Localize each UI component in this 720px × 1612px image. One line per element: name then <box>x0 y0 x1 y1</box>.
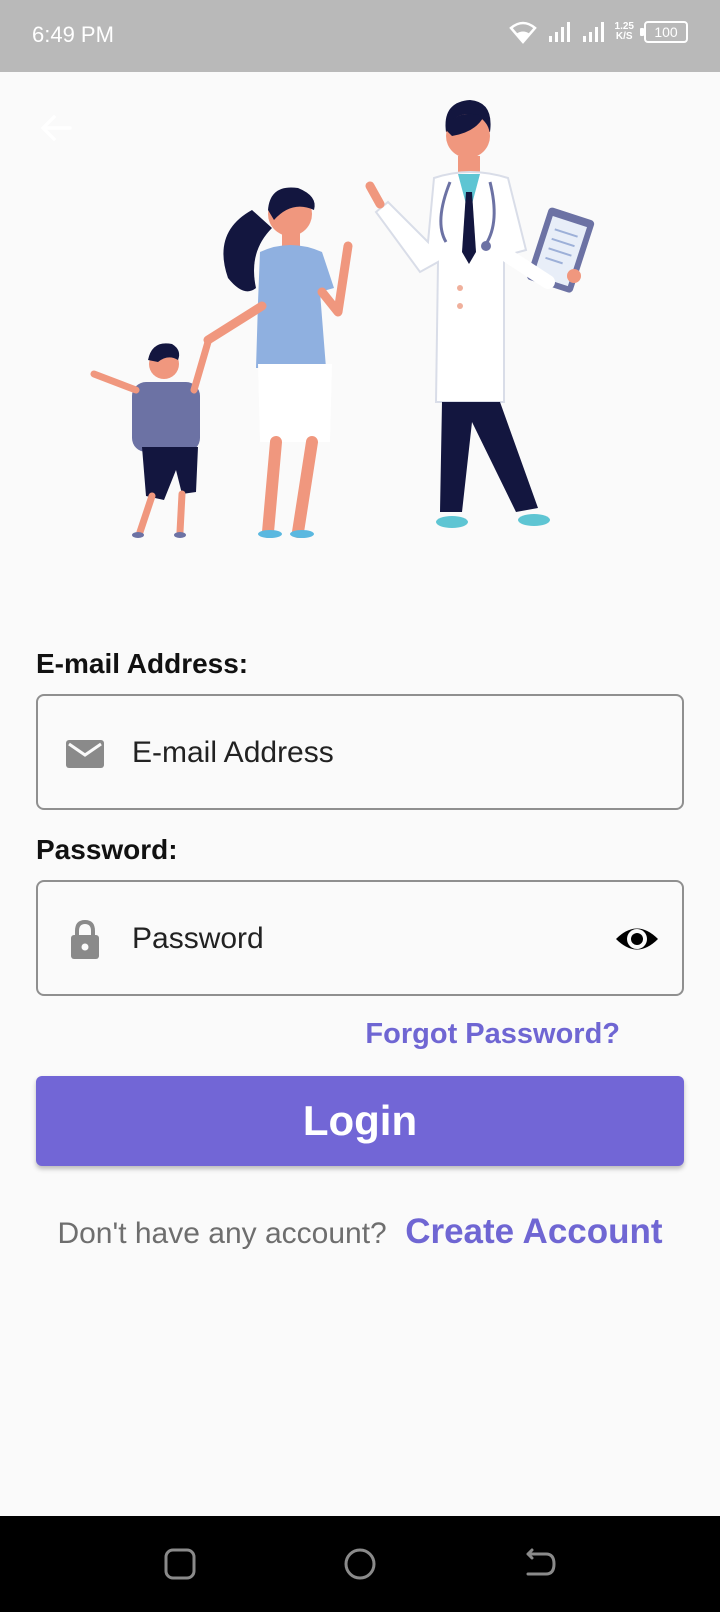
password-input[interactable] <box>132 916 592 962</box>
home-icon[interactable] <box>342 1546 378 1582</box>
login-screen: E-mail Address: Password: Forgot Passwor… <box>0 72 720 1516</box>
child-figure <box>90 338 212 538</box>
password-label: Password: <box>36 834 178 865</box>
arrow-left-icon[interactable] <box>36 108 76 148</box>
email-field[interactable] <box>36 694 684 810</box>
signup-prompt: Don't have any account? <box>57 1217 387 1250</box>
password-field[interactable] <box>36 880 684 996</box>
family-doctor-illustration <box>90 100 595 538</box>
signup-row: Don't have any account? Create Account <box>0 1212 720 1252</box>
signal-icon <box>582 22 604 42</box>
status-time: 6:49 PM <box>32 22 114 47</box>
lock-icon <box>71 920 99 959</box>
status-bar: 6:49 PM 1.25 K/S 100 <box>0 0 720 72</box>
back-icon[interactable] <box>522 1546 558 1582</box>
forgot-password-link[interactable]: Forgot Password? <box>365 1018 620 1051</box>
wifi-icon <box>508 21 537 44</box>
email-label: E-mail Address: <box>36 648 249 679</box>
email-input[interactable] <box>132 730 592 776</box>
network-speed-unit: K/S <box>615 31 633 42</box>
navigation-bar <box>0 1516 720 1612</box>
status-icons: 1.25 K/S 100 <box>508 20 688 44</box>
battery-icon: 100 <box>640 21 688 43</box>
doctor-figure <box>365 100 595 528</box>
mother-figure <box>203 187 353 538</box>
network-speed: 1.25 K/S <box>615 22 634 42</box>
eye-icon[interactable] <box>614 920 660 958</box>
recent-apps-icon[interactable] <box>162 1546 198 1582</box>
mail-icon <box>66 740 104 768</box>
login-button[interactable]: Login <box>36 1076 684 1166</box>
signal-icon <box>548 22 570 42</box>
create-account-link[interactable]: Create Account <box>405 1212 662 1251</box>
